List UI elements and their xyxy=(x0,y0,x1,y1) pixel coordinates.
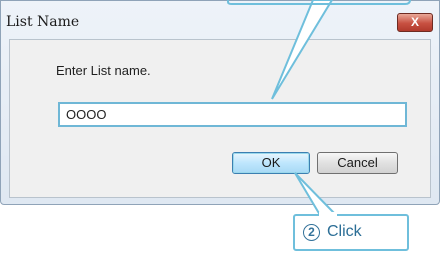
callout-joint-cover xyxy=(319,212,337,217)
callout-joint xyxy=(319,212,337,217)
